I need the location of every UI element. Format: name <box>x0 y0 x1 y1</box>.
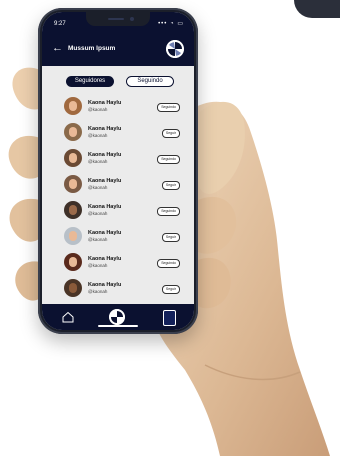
avatar-face <box>69 179 77 189</box>
phone-frame: 9:27 ••• ◔ ▭ ← Mussum Ipsum Seguidores S… <box>38 8 198 334</box>
status-time: 9:27 <box>54 21 66 27</box>
app-logo-icon[interactable] <box>166 40 184 58</box>
page-title: Mussum Ipsum <box>68 45 116 52</box>
avatar-face <box>69 127 77 137</box>
follow-toggle-button[interactable]: Seguir <box>161 181 180 190</box>
avatar <box>64 279 82 297</box>
user-handle: @kaonah <box>88 107 108 112</box>
home-icon[interactable] <box>62 311 74 323</box>
user-handle: @kaonah <box>88 159 108 164</box>
follow-toggle-button[interactable]: Seguir <box>161 129 180 138</box>
tab-bar: Seguidores Seguindo <box>42 66 194 94</box>
list-item[interactable]: Kaona Haylu @kaonah Seguindo <box>42 250 194 276</box>
user-handle: @kaonah <box>88 185 108 190</box>
follower-list: Kaona Haylu @kaonah Seguindo Kaona Haylu… <box>42 94 194 306</box>
phone-screen: 9:27 ••• ◔ ▭ ← Mussum Ipsum Seguidores S… <box>42 12 194 330</box>
list-item[interactable]: Kaona Haylu @kaonah Seguindo <box>42 146 194 172</box>
user-handle: @kaonah <box>88 211 108 216</box>
avatar-face <box>69 283 77 293</box>
tab-seguidores[interactable]: Seguidores <box>66 76 114 87</box>
app-bar: ← Mussum Ipsum <box>42 34 194 66</box>
mockup-scene: 9:27 ••• ◔ ▭ ← Mussum Ipsum Seguidores S… <box>0 0 340 456</box>
status-icons: ••• ◔ ▭ <box>158 21 184 27</box>
user-name: Kaona Haylu <box>88 204 122 210</box>
user-name: Kaona Haylu <box>88 100 122 106</box>
back-arrow-icon[interactable]: ← <box>52 43 63 54</box>
avatar-face <box>69 231 77 241</box>
user-name: Kaona Haylu <box>88 126 122 132</box>
avatar-face <box>69 101 77 111</box>
avatar-face <box>69 153 77 163</box>
list-item[interactable]: Kaona Haylu @kaonah Seguir <box>42 276 194 302</box>
home-indicator <box>98 325 138 327</box>
user-name: Kaona Haylu <box>88 152 122 158</box>
list-item[interactable]: Kaona Haylu @kaonah Seguir <box>42 120 194 146</box>
follow-toggle-button[interactable]: Seguindo <box>157 103 180 112</box>
list-item[interactable]: Kaona Haylu @kaonah Seguindo <box>42 94 194 120</box>
avatar-face <box>69 257 77 267</box>
avatar <box>64 123 82 141</box>
user-handle: @kaonah <box>88 263 108 268</box>
list-item[interactable]: Kaona Haylu @kaonah Seguir <box>42 172 194 198</box>
user-handle: @kaonah <box>88 133 108 138</box>
follow-toggle-button[interactable]: Seguir <box>161 233 180 242</box>
notch <box>86 12 150 26</box>
follow-toggle-button[interactable]: Seguindo <box>157 155 180 164</box>
avatar <box>64 253 82 271</box>
avatar <box>64 97 82 115</box>
user-name: Kaona Haylu <box>88 178 122 184</box>
profile-icon[interactable] <box>163 310 176 326</box>
follow-toggle-button[interactable]: Seguindo <box>157 259 180 268</box>
follow-toggle-button[interactable]: Seguindo <box>157 207 180 216</box>
avatar <box>64 227 82 245</box>
user-handle: @kaonah <box>88 289 108 294</box>
follow-toggle-button[interactable]: Seguir <box>161 285 180 294</box>
user-handle: @kaonah <box>88 237 108 242</box>
app-logo-icon[interactable] <box>109 309 125 325</box>
list-item[interactable]: Kaona Haylu @kaonah Seguir <box>42 224 194 250</box>
user-name: Kaona Haylu <box>88 282 122 288</box>
avatar <box>64 149 82 167</box>
user-name: Kaona Haylu <box>88 230 122 236</box>
user-name: Kaona Haylu <box>88 256 122 262</box>
avatar <box>64 175 82 193</box>
avatar-face <box>69 205 77 215</box>
speaker-grille <box>108 18 124 20</box>
list-item[interactable]: Kaona Haylu @kaonah Seguindo <box>42 198 194 224</box>
tab-seguindo[interactable]: Seguindo <box>126 76 174 87</box>
front-camera <box>130 17 134 21</box>
avatar <box>64 201 82 219</box>
